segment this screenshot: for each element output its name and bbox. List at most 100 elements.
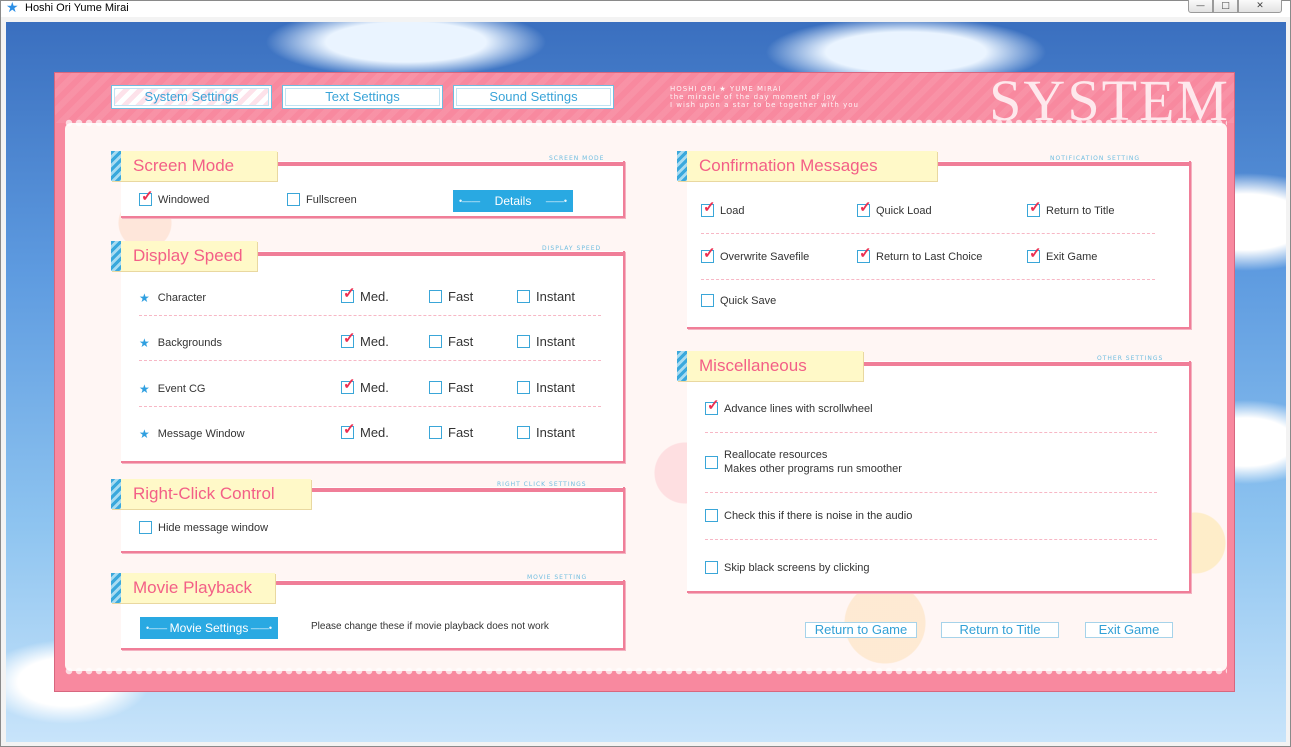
movie-sub: MOVIE SETTING — [527, 574, 588, 581]
backgrounds-instant[interactable]: Instant — [517, 334, 575, 349]
option-label: Quick Load — [876, 204, 932, 217]
confirm-quick-load[interactable]: Quick Load — [857, 198, 932, 217]
option-label-group: Reallocate resources Makes other programs… — [724, 448, 902, 476]
option-label: Advance lines with scrollwheel — [724, 402, 873, 415]
checkbox[interactable] — [705, 455, 718, 469]
checkbox[interactable] — [517, 381, 530, 394]
confirm-return-to-last-choice[interactable]: Return to Last Choice — [857, 244, 982, 263]
checkbox[interactable] — [429, 290, 442, 303]
backgrounds-fast[interactable]: Fast — [429, 334, 473, 349]
option-label: Fast — [448, 334, 474, 349]
option-label: Fast — [448, 289, 474, 304]
checkbox[interactable] — [857, 198, 872, 217]
checkbox[interactable] — [429, 335, 442, 348]
star-icon: ★ — [139, 291, 150, 305]
message-window-instant[interactable]: Instant — [517, 425, 575, 440]
misc-heading: Miscellaneous — [677, 351, 863, 381]
backgrounds-med[interactable]: Med. — [341, 329, 389, 349]
checkbox[interactable] — [341, 420, 356, 439]
speed-row-message-window: ★ Message Window — [139, 427, 245, 441]
confirm-exit-game[interactable]: Exit Game — [1027, 244, 1097, 263]
brand-line-2: the miracle of the day moment of joy — [670, 93, 837, 101]
misc-skip-black-screens[interactable]: Skip black screens by clicking — [705, 561, 870, 574]
confirm-load[interactable]: Load — [701, 198, 745, 217]
option-label: Instant — [536, 289, 576, 304]
details-button[interactable]: Details — [453, 190, 573, 212]
checkbox[interactable] — [1027, 244, 1042, 263]
checkbox[interactable] — [341, 329, 356, 348]
row-label: Event CG — [157, 383, 206, 395]
checkbox[interactable] — [517, 335, 530, 348]
checkbox[interactable] — [429, 426, 442, 439]
option-label: Windowed — [158, 193, 210, 206]
movie-settings-button[interactable]: Movie Settings — [140, 617, 278, 639]
row-divider — [139, 315, 601, 316]
brand-line-1: HOSHI ORI ★ YUME MIRAI — [670, 85, 782, 93]
game-window: ★ Hoshi Ori Yume Mirai — □ ✕ System Sett… — [0, 0, 1291, 747]
tab-sound-settings[interactable]: Sound Settings — [453, 85, 614, 109]
window-controls: — □ ✕ — [1188, 0, 1282, 13]
fullscreen-option[interactable]: Fullscreen — [287, 193, 357, 206]
checkbox[interactable] — [857, 244, 872, 263]
option-label: Skip black screens by clicking — [724, 561, 870, 574]
checkbox[interactable] — [429, 381, 442, 394]
character-instant[interactable]: Instant — [517, 289, 575, 304]
misc-reallocate-resources[interactable]: Reallocate resources Makes other programs… — [705, 448, 902, 476]
return-to-game-button[interactable]: Return to Game — [805, 622, 917, 638]
option-label: Med. — [360, 289, 389, 304]
message-window-med[interactable]: Med. — [341, 420, 389, 440]
checkbox[interactable] — [341, 375, 356, 394]
screen-mode-sub: SCREEN MODE — [549, 155, 605, 162]
movie-heading: Movie Playback — [111, 573, 275, 603]
option-label: Overwrite Savefile — [720, 250, 810, 263]
checkbox[interactable] — [705, 509, 718, 522]
confirm-return-to-title[interactable]: Return to Title — [1027, 198, 1114, 217]
misc-audio-noise[interactable]: Check this if there is noise in the audi… — [705, 509, 912, 522]
event-cg-fast[interactable]: Fast — [429, 380, 473, 395]
option-label: Load — [720, 204, 745, 217]
checkbox[interactable] — [705, 561, 718, 574]
checkbox[interactable] — [517, 290, 530, 303]
option-label: Med. — [360, 334, 389, 349]
checkbox[interactable] — [1027, 198, 1042, 217]
row-divider — [139, 360, 601, 361]
screen-mode-heading: Screen Mode — [111, 151, 277, 181]
checkbox[interactable] — [705, 396, 720, 415]
confirm-quick-save[interactable]: Quick Save — [701, 294, 776, 307]
minimize-button[interactable]: — — [1188, 0, 1213, 13]
checkbox[interactable] — [341, 284, 356, 303]
checkbox[interactable] — [287, 193, 300, 206]
row-divider — [139, 406, 601, 407]
movie-note: Please change these if movie playback do… — [311, 621, 549, 632]
hide-message-window-option[interactable]: Hide message window — [139, 521, 268, 534]
display-speed-heading: Display Speed — [111, 241, 257, 271]
close-button[interactable]: ✕ — [1238, 0, 1282, 13]
checkbox[interactable] — [701, 244, 716, 263]
tab-system-settings[interactable]: System Settings — [111, 85, 272, 109]
maximize-button[interactable]: □ — [1213, 0, 1238, 13]
checkbox[interactable] — [701, 198, 716, 217]
return-to-title-button[interactable]: Return to Title — [941, 622, 1059, 638]
misc-sub: OTHER SETTINGS — [1097, 355, 1164, 362]
event-cg-instant[interactable]: Instant — [517, 380, 575, 395]
option-label: Hide message window — [158, 521, 269, 534]
checkbox[interactable] — [139, 521, 152, 534]
brand-line-3: I wish upon a star to be together with y… — [670, 101, 859, 109]
bottom-lace-edge — [65, 667, 1227, 675]
character-med[interactable]: Med. — [341, 284, 389, 304]
confirm-overwrite-savefile[interactable]: Overwrite Savefile — [701, 244, 810, 263]
checkbox[interactable] — [139, 187, 154, 206]
row-divider — [705, 492, 1157, 493]
confirmation-sub: NOTIFICATION SETTING — [1050, 155, 1140, 162]
app-star-icon: ★ — [6, 0, 19, 16]
checkbox[interactable] — [517, 426, 530, 439]
event-cg-med[interactable]: Med. — [341, 375, 389, 395]
message-window-fast[interactable]: Fast — [429, 425, 473, 440]
misc-scrollwheel[interactable]: Advance lines with scrollwheel — [705, 396, 873, 415]
tab-text-settings[interactable]: Text Settings — [282, 85, 443, 109]
speed-row-event-cg: ★ Event CG — [139, 382, 205, 396]
checkbox[interactable] — [701, 294, 714, 307]
exit-game-button[interactable]: Exit Game — [1085, 622, 1173, 638]
windowed-option[interactable]: Windowed — [139, 187, 210, 206]
character-fast[interactable]: Fast — [429, 289, 473, 304]
